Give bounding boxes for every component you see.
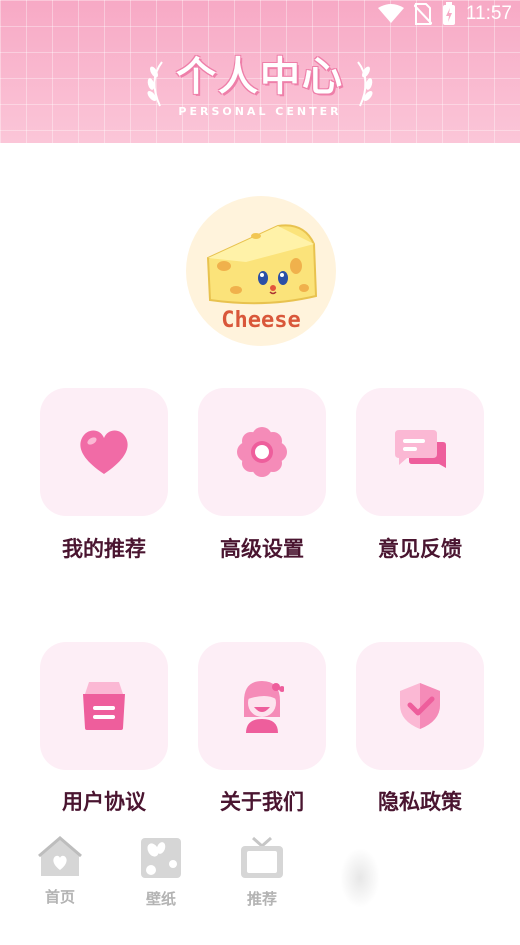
page-subtitle: PERSONAL CENTER	[178, 105, 342, 118]
menu-label-feedback: 意见反馈	[378, 537, 462, 561]
menu-label-recommend: 我的推荐	[62, 537, 146, 561]
menu-label-settings: 高级设置	[220, 537, 304, 561]
heart-icon	[80, 430, 128, 474]
menu-tile-privacy[interactable]	[356, 642, 484, 770]
no-sim-icon	[413, 3, 432, 25]
nav-label-wallpaper: 壁纸	[145, 890, 176, 908]
document-bag-icon	[83, 682, 125, 730]
nav-item-wallpaper[interactable]: 壁纸	[121, 836, 201, 909]
flower-icon	[237, 427, 287, 477]
nav-item-recommend[interactable]: 推荐	[222, 836, 302, 909]
avatar-label: Cheese	[221, 308, 301, 333]
page-title: 个人中心	[176, 54, 344, 100]
status-time: 11:57	[465, 3, 512, 24]
nav-label-home: 首页	[44, 888, 75, 906]
shield-check-icon	[400, 683, 440, 729]
menu-label-agreement: 用户协议	[62, 790, 146, 814]
girl-avatar-icon	[244, 681, 284, 733]
menu-tile-feedback[interactable]	[356, 388, 484, 516]
menu-tile-agreement[interactable]	[40, 642, 168, 770]
status-bar: 11:57	[377, 2, 512, 26]
battery-charging-icon	[442, 2, 455, 25]
menu-label-privacy: 隐私政策	[378, 790, 462, 814]
chat-bubbles-icon	[395, 430, 446, 468]
avatar[interactable]: Cheese	[186, 196, 336, 346]
header-banner: 11:57 个人中心 PERSONAL CENTER	[0, 0, 520, 143]
nav-item-placeholder	[340, 848, 380, 908]
menu-label-about: 关于我们	[220, 790, 304, 814]
menu-tile-settings[interactable]	[198, 388, 326, 516]
wifi-icon	[377, 4, 404, 23]
menu-tile-recommend[interactable]	[40, 388, 168, 516]
tv-icon	[241, 836, 283, 878]
nav-label-recommend: 推荐	[246, 890, 277, 908]
home-icon	[38, 836, 82, 876]
nav-item-home[interactable]: 首页	[20, 836, 100, 907]
wallpaper-icon	[141, 838, 181, 878]
menu-tile-about[interactable]	[198, 642, 326, 770]
